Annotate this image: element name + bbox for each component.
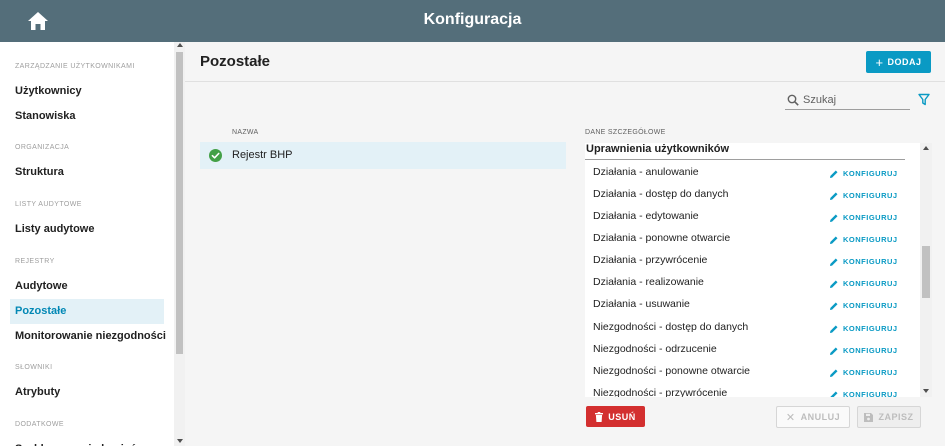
permission-row: Niezgodności - dostęp do danych KONFIGUR… xyxy=(585,317,921,339)
page-title: Pozostałe xyxy=(200,53,271,70)
permission-label: Działania - usuwanie xyxy=(593,298,690,310)
sidebar-item-structure[interactable]: Struktura xyxy=(10,160,164,185)
permission-row: Działania - usuwanie KONFIGURUJ xyxy=(585,294,921,316)
permission-label: Niezgodności - odrzucenie xyxy=(593,343,717,355)
pencil-icon xyxy=(830,258,838,266)
delete-button[interactable]: USUŃ xyxy=(586,406,645,427)
permission-label: Działania - realizowanie xyxy=(593,276,704,288)
sidebar-item-users[interactable]: Użytkownicy xyxy=(10,79,164,104)
permission-label: Niezgodności - dostęp do danych xyxy=(593,321,749,333)
search-input[interactable] xyxy=(803,92,908,108)
configure-button[interactable]: KONFIGURUJ xyxy=(829,299,898,312)
pencil-icon xyxy=(830,214,838,222)
configure-button[interactable]: KONFIGURUJ xyxy=(829,344,898,357)
configure-button[interactable]: KONFIGURUJ xyxy=(829,388,898,397)
permission-label: Działania - anulowanie xyxy=(593,166,699,178)
search-field[interactable] xyxy=(785,91,910,110)
filter-icon[interactable] xyxy=(918,93,930,106)
sidebar: ZARZĄDZANIE UŻYTKOWNIKAMI Użytkownicy St… xyxy=(0,42,185,446)
page-header: Pozostałe + DODAJ xyxy=(185,42,945,82)
sidebar-item-attributes[interactable]: Atrybuty xyxy=(10,380,164,405)
permission-row: Działania - ponowne otwarcie KONFIGURUJ xyxy=(585,228,921,250)
permission-label: Działania - edytowanie xyxy=(593,210,699,222)
main-content: Pozostałe + DODAJ NAZWA DANE SZCZEGÓŁOWE… xyxy=(185,42,945,446)
sidebar-item-nonconformity-monitoring[interactable]: Monitorowanie niezgodności xyxy=(10,324,166,349)
permission-row: Działania - przywrócenie KONFIGURUJ xyxy=(585,250,921,272)
details-column-header: DANE SZCZEGÓŁOWE xyxy=(585,129,666,136)
details-panel: Uprawnienia użytkowników Działania - anu… xyxy=(585,143,932,397)
pencil-icon xyxy=(830,302,838,310)
sidebar-section-additional: DODATKOWE xyxy=(15,421,64,428)
sidebar-section-user-management: ZARZĄDZANIE UŻYTKOWNIKAMI xyxy=(15,63,135,70)
configure-button[interactable]: KONFIGURUJ xyxy=(829,233,898,246)
pencil-icon xyxy=(830,192,838,200)
sidebar-item-notification-templates[interactable]: Szablony powiadomień xyxy=(10,437,164,446)
details-scroll-thumb[interactable] xyxy=(922,246,930,298)
sidebar-item-audit-registers[interactable]: Audytowe xyxy=(10,274,164,299)
plus-icon: + xyxy=(875,54,884,70)
sidebar-item-other[interactable]: Pozostałe xyxy=(10,299,164,324)
configure-button[interactable]: KONFIGURUJ xyxy=(829,277,898,290)
sidebar-item-positions[interactable]: Stanowiska xyxy=(10,104,164,129)
pencil-icon xyxy=(830,236,838,244)
pencil-icon xyxy=(830,280,838,288)
check-circle-icon xyxy=(209,149,222,162)
save-button[interactable]: ZAPISZ xyxy=(857,406,921,428)
permission-row: Działania - anulowanie KONFIGURUJ xyxy=(585,162,921,184)
permission-row: Niezgodności - odrzucenie KONFIGURUJ xyxy=(585,339,921,361)
configure-button[interactable]: KONFIGURUJ xyxy=(829,366,898,379)
permission-row: Działania - dostęp do danych KONFIGURUJ xyxy=(585,184,921,206)
add-button[interactable]: + DODAJ xyxy=(866,51,931,73)
configure-button[interactable]: KONFIGURUJ xyxy=(829,167,898,180)
trash-icon xyxy=(595,411,604,422)
permission-label: Działania - ponowne otwarcie xyxy=(593,232,731,244)
sidebar-scrollbar[interactable] xyxy=(174,42,185,446)
save-button-label: ZAPISZ xyxy=(878,412,914,422)
sidebar-section-registers: REJESTRY xyxy=(15,258,55,265)
add-button-label: DODAJ xyxy=(887,57,922,67)
configure-button[interactable]: KONFIGURUJ xyxy=(829,189,898,202)
scroll-up-arrow-icon[interactable] xyxy=(177,43,183,47)
pencil-icon xyxy=(830,347,838,355)
permission-label: Działania - dostęp do danych xyxy=(593,188,729,200)
permission-row: Działania - realizowanie KONFIGURUJ xyxy=(585,272,921,294)
scroll-down-arrow-icon[interactable] xyxy=(923,389,929,393)
cancel-button[interactable]: ✕ ANULUJ xyxy=(776,406,850,428)
sidebar-section-dictionaries: SŁOWNIKI xyxy=(15,364,53,371)
permission-row: Niezgodności - ponowne otwarcie KONFIGUR… xyxy=(585,361,921,383)
sidebar-section-organization: ORGANIZACJA xyxy=(15,144,70,151)
configure-button[interactable]: KONFIGURUJ xyxy=(829,322,898,335)
permission-row: Niezgodności - przywrócenie KONFIGURUJ xyxy=(585,383,921,397)
sidebar-section-audit-lists: LISTY AUDYTOWE xyxy=(15,201,82,208)
permission-row: Działania - edytowanie KONFIGURUJ xyxy=(585,206,921,228)
sidebar-item-audit-lists[interactable]: Listy audytowe xyxy=(10,217,164,242)
configure-button[interactable]: KONFIGURUJ xyxy=(829,255,898,268)
top-app-bar: Konfiguracja xyxy=(0,0,945,42)
save-icon xyxy=(864,412,874,422)
sidebar-scroll-thumb[interactable] xyxy=(176,52,183,354)
pencil-icon xyxy=(830,170,838,178)
app-title: Konfiguracja xyxy=(423,11,522,28)
search-icon xyxy=(787,94,799,106)
list-item-label: Rejestr BHP xyxy=(232,149,293,161)
delete-button-label: USUŃ xyxy=(608,411,636,422)
permissions-section-title: Uprawnienia użytkowników xyxy=(585,143,905,160)
name-column-header: NAZWA xyxy=(232,129,259,136)
permission-label: Niezgodności - przywrócenie xyxy=(593,387,728,397)
configure-button[interactable]: KONFIGURUJ xyxy=(829,211,898,224)
close-icon: ✕ xyxy=(785,411,796,424)
pencil-icon xyxy=(830,369,838,377)
permission-label: Niezgodności - ponowne otwarcie xyxy=(593,365,751,377)
scroll-up-arrow-icon[interactable] xyxy=(923,146,929,150)
scroll-down-arrow-icon[interactable] xyxy=(177,439,183,443)
pencil-icon xyxy=(830,325,838,333)
cancel-button-label: ANULUJ xyxy=(800,412,841,422)
permission-label: Działania - przywrócenie xyxy=(593,254,708,266)
pencil-icon xyxy=(830,391,838,397)
list-item[interactable]: Rejestr BHP xyxy=(200,142,566,169)
details-scrollbar[interactable] xyxy=(920,143,932,397)
